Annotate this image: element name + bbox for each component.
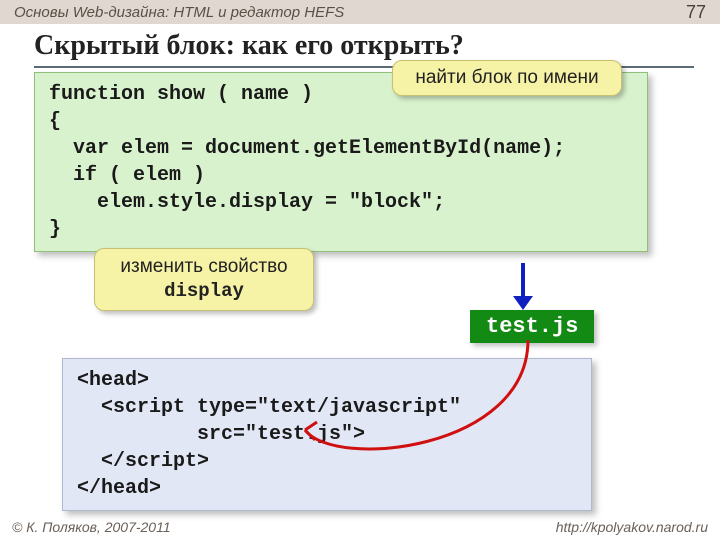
file-label-text: test.js [486, 314, 578, 339]
callout-change-display: изменить свойство display [94, 248, 314, 311]
copyright: © К. Поляков, 2007-2011 [12, 519, 171, 535]
arrow-down-icon [521, 263, 525, 298]
footer-url: http://kpolyakov.narod.ru [556, 519, 708, 535]
page-number: 77 [686, 2, 706, 23]
course-name: Основы Web-дизайна: HTML и редактор HEFS [14, 4, 344, 21]
callout-text: найти блок по имени [415, 67, 598, 88]
file-label: test.js [470, 310, 594, 343]
code-block-js: function show ( name ) { var elem = docu… [34, 72, 648, 252]
callout-find-block: найти блок по имени [392, 60, 622, 96]
callout-line2: display [164, 280, 244, 302]
footer: © К. Поляков, 2007-2011 http://kpolyakov… [0, 514, 720, 540]
header-bar: Основы Web-дизайна: HTML и редактор HEFS… [0, 0, 720, 24]
code-block-html: <head> <script type="text/javascript" sr… [62, 358, 592, 511]
callout-line1: изменить свойство [120, 256, 287, 277]
